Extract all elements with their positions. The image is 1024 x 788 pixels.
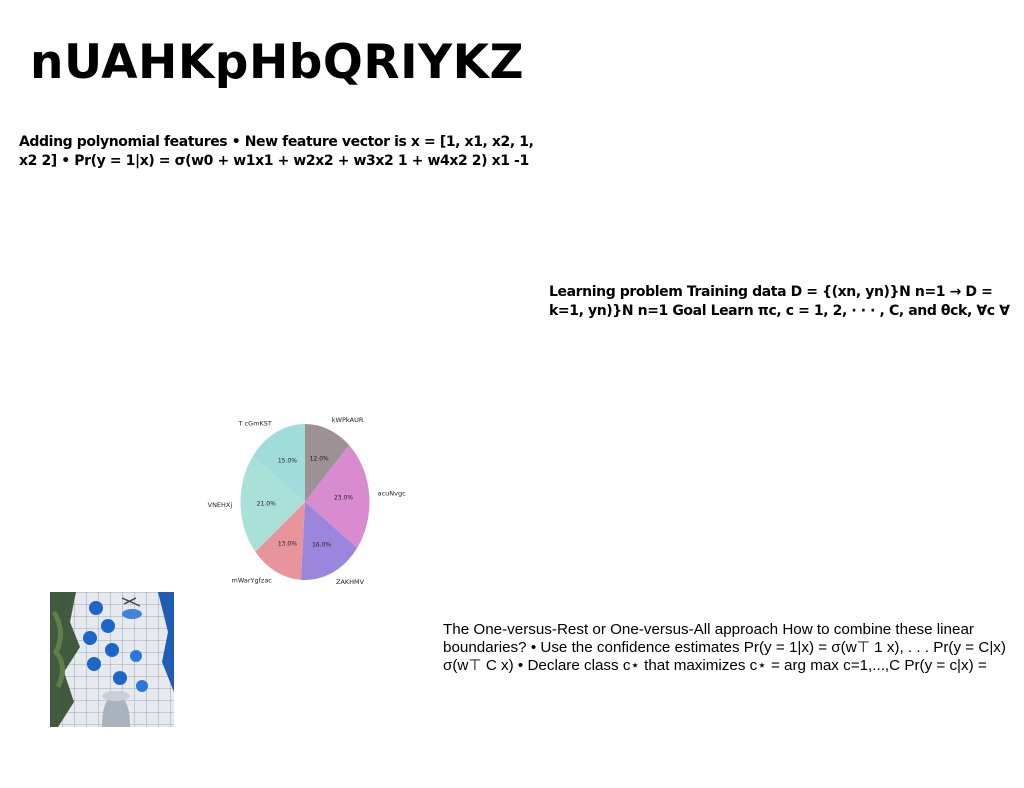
pie-percent-label: 16.0% xyxy=(312,541,331,548)
pie-category-label: VNEHXj xyxy=(208,501,233,509)
tableware-photo-image xyxy=(50,592,174,727)
page-title: nUAHKpHbQRIYKZ xyxy=(30,35,525,90)
tableware-photo xyxy=(50,592,174,727)
pie-percent-label: 21.0% xyxy=(257,501,276,508)
pie-percent-label: 13.0% xyxy=(278,541,297,548)
pie-chart-svg: 12.0% kWPkAUR 23.0% acuNvgc 16.0% ZAKHMV 13.0%… xyxy=(208,416,407,586)
polynomial-features-text: Adding polynomial features • New feature… xyxy=(19,134,534,169)
one-versus-rest-text: The One-versus-Rest or One-versus-All ap… xyxy=(443,621,1006,674)
pie-category-label: T cGmKST xyxy=(238,420,272,428)
pie-percent-label: 15.0% xyxy=(278,457,297,464)
pie-category-label: mWarYgfzac xyxy=(232,577,273,585)
pie-category-label: kWPkAUR xyxy=(332,416,364,424)
pie-percent-label: 23.0% xyxy=(334,495,353,502)
pie-category-label: ZAKHMV xyxy=(336,578,365,586)
pie-chart: 12.0% kWPkAUR 23.0% acuNvgc 16.0% ZAKHMV 13.0%… xyxy=(196,410,416,590)
learning-problem-text: Learning problem Training data D = {(xn,… xyxy=(549,284,1010,319)
pie-percent-label: 12.0% xyxy=(310,456,329,463)
pie-category-label: acuNvgc xyxy=(378,490,407,498)
